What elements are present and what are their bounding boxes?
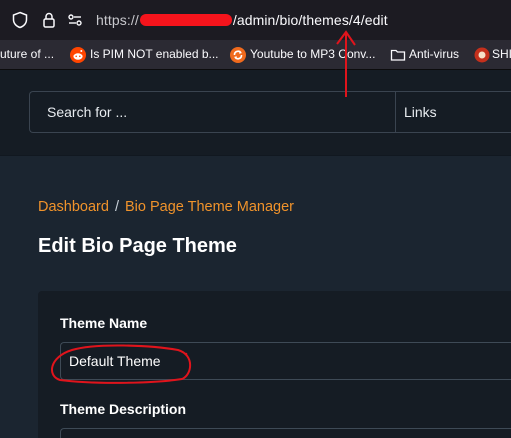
search-divider xyxy=(395,92,396,132)
bookmark-item[interactable]: Youtube to MP3 Conv... xyxy=(230,47,376,63)
main-content: Dashboard / Bio Page Theme Manager Edit Bi… xyxy=(0,156,511,438)
search-input[interactable] xyxy=(30,92,395,132)
favicon-icon xyxy=(474,47,490,63)
bookmark-label: Anti-virus xyxy=(409,47,460,61)
breadcrumb-theme-manager-link[interactable]: Bio Page Theme Manager xyxy=(125,199,294,215)
search-scope-select[interactable]: Links xyxy=(404,104,437,120)
theme-description-label: Theme Description xyxy=(60,401,187,417)
shield-icon[interactable] xyxy=(11,11,29,29)
breadcrumb: Dashboard / Bio Page Theme Manager xyxy=(38,199,294,215)
lock-icon[interactable] xyxy=(40,11,58,29)
breadcrumb-dashboard-link[interactable]: Dashboard xyxy=(38,199,109,215)
page-settings-icon[interactable] xyxy=(66,11,84,29)
edit-theme-form: Theme Name Theme Description xyxy=(38,291,511,438)
bookmark-label: Is PIM NOT enabled b... xyxy=(90,47,219,61)
bookmarks-toolbar: uture of ... Is PIM NOT enabled b... You… xyxy=(0,40,511,70)
browser-url-bar: https:// /admin/bio/themes/4/edit xyxy=(0,0,511,40)
theme-name-input[interactable] xyxy=(60,342,511,380)
bookmark-item[interactable]: uture of ... xyxy=(0,47,54,61)
bookmark-item[interactable]: Is PIM NOT enabled b... xyxy=(70,47,219,63)
reddit-icon xyxy=(70,47,86,63)
bookmark-label: SHI xyxy=(492,47,511,61)
url-redaction xyxy=(139,14,232,26)
breadcrumb-separator: / xyxy=(114,199,119,215)
page-title: Edit Bio Page Theme xyxy=(38,235,237,257)
folder-icon xyxy=(390,49,406,61)
search-bar: Links xyxy=(29,91,511,133)
site-header: Links xyxy=(0,70,511,156)
url-prefix: https:// xyxy=(96,12,139,28)
theme-name-label: Theme Name xyxy=(60,315,148,331)
refresh-icon xyxy=(230,47,246,63)
url-text[interactable]: https:// /admin/bio/themes/4/edit xyxy=(96,12,388,28)
bookmark-item[interactable]: Anti-virus xyxy=(390,47,459,61)
bookmark-item[interactable]: SHI xyxy=(474,47,511,63)
theme-description-input[interactable] xyxy=(60,428,511,438)
bookmark-label: Youtube to MP3 Conv... xyxy=(250,47,376,61)
url-path: /admin/bio/themes/4/edit xyxy=(232,12,388,28)
